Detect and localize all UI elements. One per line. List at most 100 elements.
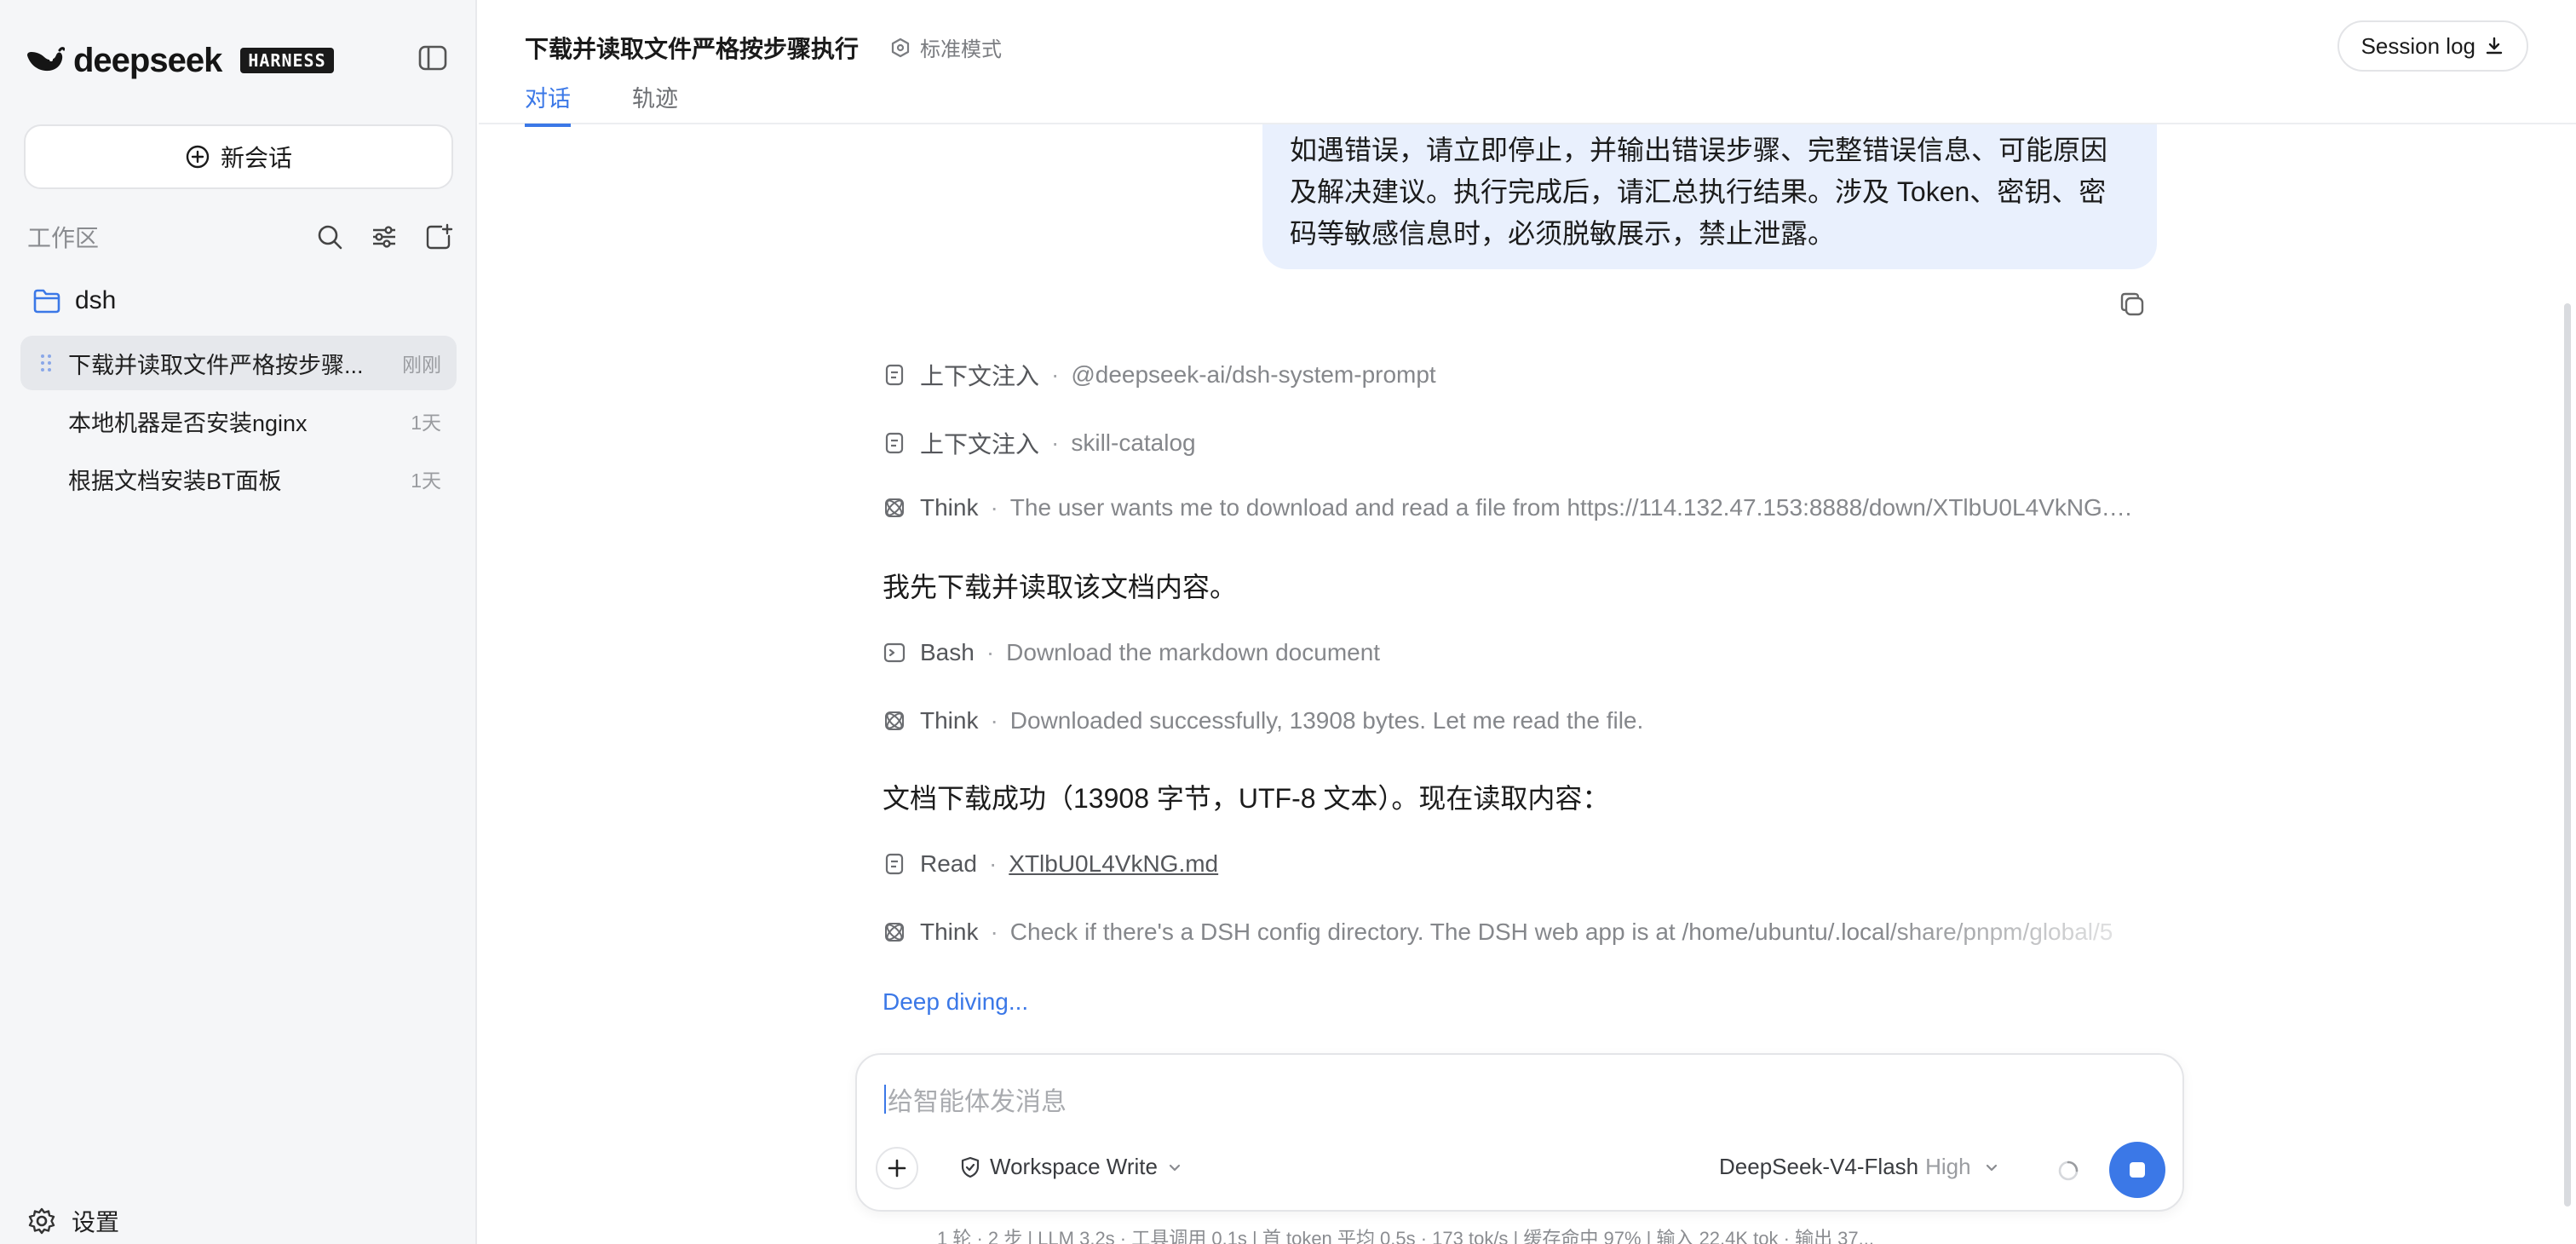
conversation-time: 1天: [411, 469, 441, 492]
folder-dsh[interactable]: dsh: [32, 286, 116, 315]
new-folder-icon[interactable]: [424, 222, 453, 251]
step-think[interactable]: Think · Check if there's a DSH config di…: [883, 919, 2113, 946]
copy-icon[interactable]: [2118, 290, 2147, 319]
tab-bar: 对话 轨迹: [525, 80, 678, 127]
step-name: Think: [920, 707, 979, 734]
think-icon: [885, 923, 904, 942]
drag-handle-icon[interactable]: [37, 353, 55, 373]
assistant-paragraph: 我先下载并读取该文档内容。: [883, 572, 1238, 602]
shield-edit-icon: [961, 1156, 980, 1178]
step-name: Think: [920, 494, 979, 521]
sidebar: deepseek HARNESS 新会话 工作区 dsh 下载并读取文件严格按步…: [0, 0, 477, 1244]
think-icon: [885, 711, 904, 730]
step-detail: skill-catalog: [1071, 429, 1196, 456]
step-name: Think: [920, 919, 979, 945]
settings-button[interactable]: 设置: [27, 1204, 119, 1238]
chevron-down-icon: [1169, 1164, 1181, 1171]
sidebar-toggle-icon[interactable]: [417, 44, 448, 72]
tab-conversation[interactable]: 对话: [525, 80, 571, 127]
step-separator: ·: [988, 850, 998, 877]
document-icon: [885, 853, 904, 875]
add-attachment-button[interactable]: [876, 1147, 918, 1189]
step-separator: ·: [990, 707, 998, 734]
step-detail: Downloaded successfully, 13908 bytes. Le…: [1009, 707, 1644, 734]
step-name: Bash: [920, 639, 975, 665]
chat-scrollbar[interactable]: [2559, 126, 2576, 1244]
folder-name: dsh: [75, 286, 117, 314]
session-log-label: Session log: [2360, 32, 2475, 59]
scrollbar-thumb[interactable]: [2564, 303, 2571, 1207]
new-chat-label: 新会话: [220, 145, 292, 171]
model-selector[interactable]: DeepSeek-V4-Flash High: [1719, 1154, 2000, 1180]
assistant-paragraph: 文档下载成功（13908 字节，UTF-8 文本）。现在读取内容：: [883, 783, 1610, 814]
conversation-title: 本地机器是否安装nginx: [68, 410, 308, 436]
step-context-injection[interactable]: 上下文注入 · skill-catalog: [883, 426, 1196, 460]
conversation-time: 1天: [411, 412, 441, 434]
step-separator: ·: [1051, 429, 1060, 456]
message-placeholder: 给智能体发消息: [888, 1088, 1067, 1116]
model-effort: High: [1925, 1154, 1971, 1179]
step-name: 上下文注入: [920, 431, 1040, 458]
usage-stats: 1 轮 · 2 步 | LLM 3.2s · 工具调用 0.1s | 首 tok…: [937, 1228, 1874, 1244]
mode-indicator[interactable]: 标准模式: [889, 32, 1002, 62]
page-title: 下载并读取文件严格按步骤执行: [525, 36, 860, 62]
session-log-button[interactable]: Session log: [2337, 20, 2528, 72]
conversation-title: 下载并读取文件严格按步骤...: [68, 352, 364, 378]
search-icon[interactable]: [315, 222, 344, 251]
step-read[interactable]: Read · XTlbU0L4VkNG.md: [883, 850, 1218, 878]
conversation-item[interactable]: 本地机器是否安装nginx 1天: [20, 394, 457, 448]
file-link[interactable]: XTlbU0L4VkNG.md: [1009, 850, 1218, 878]
document-icon: [885, 432, 904, 454]
step-name: Read: [920, 850, 977, 877]
model-name: DeepSeek-V4-Flash: [1719, 1154, 1919, 1179]
step-think[interactable]: Think · The user wants me to download an…: [883, 494, 2143, 521]
loading-spinner-icon: [2058, 1160, 2079, 1181]
stop-generation-button[interactable]: [2109, 1142, 2165, 1198]
step-detail: Download the markdown document: [1006, 639, 1381, 665]
folder-icon: [33, 289, 60, 314]
user-message-line: 码等敏感信息时，必须脱敏展示，禁止泄露。: [1290, 218, 1836, 249]
logo-text: deepseek: [73, 41, 222, 79]
document-icon: [885, 364, 904, 386]
deepseek-logo[interactable]: deepseek HARNESS: [26, 41, 334, 79]
workspace-header: 工作区: [27, 220, 453, 254]
step-detail: The user wants me to download and read a…: [1009, 494, 2143, 521]
step-bash[interactable]: Bash · Download the markdown document: [883, 639, 1380, 666]
conversation-item-active[interactable]: 下载并读取文件严格按步骤... 刚刚: [20, 336, 457, 390]
download-icon: [2486, 37, 2503, 55]
whale-logo-icon: [27, 47, 65, 72]
conversation-item[interactable]: 根据文档安装BT面板 1天: [20, 452, 457, 506]
mode-icon: [891, 37, 910, 57]
text-caret: [884, 1085, 886, 1114]
step-name: 上下文注入: [920, 363, 1040, 389]
message-composer: 给智能体发消息 Workspace Write DeepSeek-V4-Flas…: [855, 1053, 2184, 1212]
conversation-time: 刚刚: [402, 354, 441, 376]
tab-trace[interactable]: 轨迹: [632, 80, 678, 127]
chevron-down-icon: [1986, 1164, 1997, 1171]
conversation-title: 根据文档安装BT面板: [68, 468, 282, 494]
message-input[interactable]: 给智能体发消息: [884, 1080, 1067, 1118]
plus-icon: [888, 1159, 906, 1178]
step-context-injection[interactable]: 上下文注入 · @deepseek-ai/dsh-system-prompt: [883, 358, 1436, 392]
step-detail: @deepseek-ai/dsh-system-prompt: [1071, 361, 1436, 388]
step-separator: ·: [990, 919, 998, 945]
mode-label: 标准模式: [920, 38, 1002, 61]
user-message-line: 如遇错误，请立即停止，并输出错误步骤、完整错误信息、可能原因: [1290, 135, 2108, 165]
plus-circle-icon: [186, 145, 210, 169]
gear-icon: [28, 1207, 55, 1235]
terminal-icon: [883, 642, 906, 663]
new-chat-button[interactable]: 新会话: [24, 124, 453, 189]
harness-badge: HARNESS: [240, 48, 334, 73]
filter-sliders-icon[interactable]: [370, 222, 399, 251]
workspace-title: 工作区: [27, 225, 100, 251]
stop-icon: [2130, 1162, 2145, 1178]
user-message-bubble: 如遇错误，请立即停止，并输出错误步骤、完整错误信息、可能原因 及解决建议。执行完…: [1262, 124, 2157, 269]
step-think[interactable]: Think · Downloaded successfully, 13908 b…: [883, 707, 1643, 734]
step-detail: Check if there's a DSH config directory.…: [1009, 919, 2113, 945]
top-bar: 下载并读取文件严格按步骤执行 标准模式 对话 轨迹 Session log: [479, 0, 2576, 127]
user-message-line: 及解决建议。执行完成后，请汇总执行结果。涉及 Token、密钥、密: [1290, 176, 2107, 207]
settings-label: 设置: [72, 1209, 120, 1235]
think-icon: [885, 498, 904, 517]
step-separator: ·: [990, 494, 998, 521]
permission-selector[interactable]: Workspace Write: [959, 1154, 1183, 1180]
